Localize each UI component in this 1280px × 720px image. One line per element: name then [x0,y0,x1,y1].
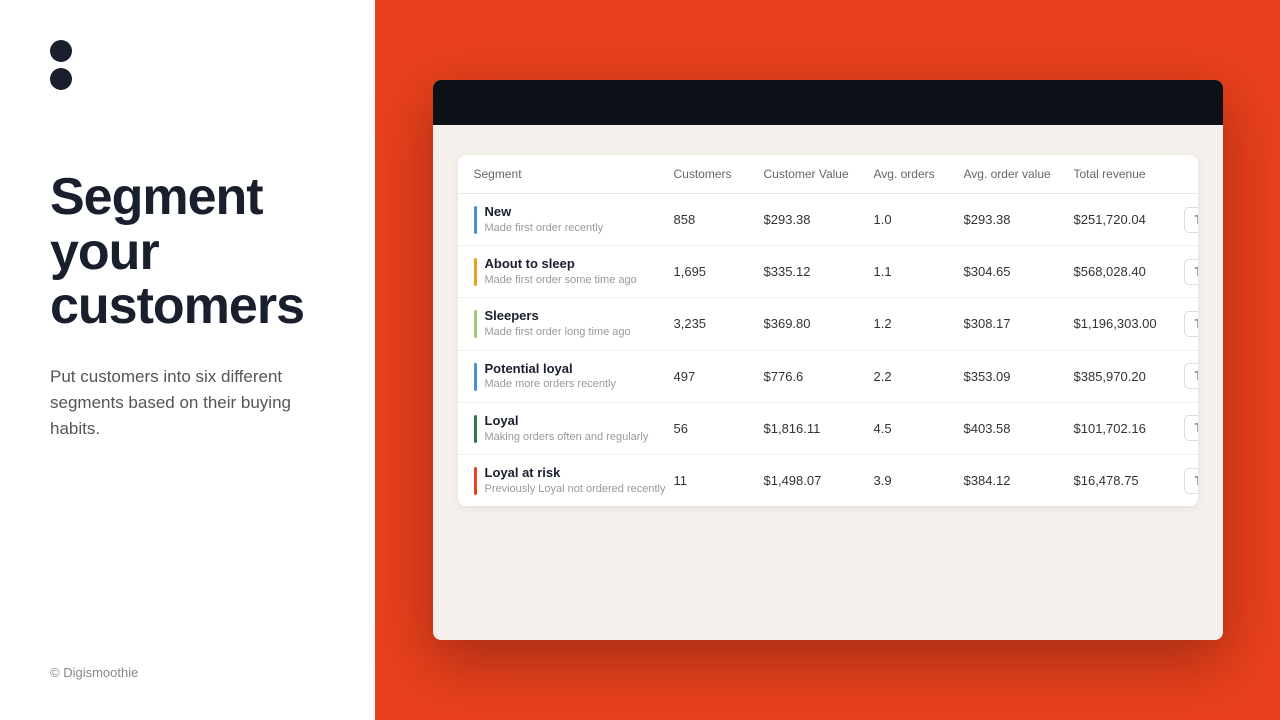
segment-cell: Sleepers Made first order long time ago [474,308,674,339]
actions-cell: Tips Actions ▼ [1184,468,1198,494]
segment-desc: Made first order recently [485,221,604,235]
customers-value: 1,695 [674,264,764,279]
avg-order-value: $384.12 [964,473,1074,488]
actions-cell: Tips Actions ▼ [1184,311,1198,337]
segment-desc: Made first order long time ago [485,325,631,339]
customers-value: 56 [674,421,764,436]
total-revenue-value: $1,196,303.00 [1074,316,1184,331]
table-row: Loyal Making orders often and regularly … [458,403,1198,455]
table-row: Loyal at risk Previously Loyal not order… [458,455,1198,506]
table-row: New Made first order recently 858 $293.3… [458,194,1198,246]
avg-orders-value: 1.1 [874,264,964,279]
tips-button[interactable]: Tips [1184,259,1198,285]
sub-text: Put customers into six different segment… [50,364,325,443]
tips-button[interactable]: Tips [1184,363,1198,389]
segment-indicator [474,415,477,443]
avg-orders-value: 1.0 [874,212,964,227]
app-window: Segment Customers Customer Value Avg. or… [433,80,1223,640]
total-revenue-value: $101,702.16 [1074,421,1184,436]
total-revenue-value: $385,970.20 [1074,369,1184,384]
actions-cell: Tips Actions ▼ [1184,415,1198,441]
tips-button[interactable]: Tips [1184,415,1198,441]
avg-order-value: $403.58 [964,421,1074,436]
col-customers: Customers [674,167,764,181]
table-header: Segment Customers Customer Value Avg. or… [458,155,1198,194]
customer-value: $293.38 [764,212,874,227]
table-row: Sleepers Made first order long time ago … [458,298,1198,350]
segment-cell: Loyal at risk Previously Loyal not order… [474,465,674,496]
segment-desc: Previously Loyal not ordered recently [485,482,666,496]
col-avg-orders: Avg. orders [874,167,964,181]
customers-value: 858 [674,212,764,227]
customers-value: 11 [674,473,764,488]
avg-orders-value: 1.2 [874,316,964,331]
segment-cell: Loyal Making orders often and regularly [474,413,674,444]
table-body: New Made first order recently 858 $293.3… [458,194,1198,506]
tips-button[interactable]: Tips [1184,207,1198,233]
customer-value: $335.12 [764,264,874,279]
copyright: © Digismoothie [50,665,325,680]
avg-orders-value: 3.9 [874,473,964,488]
tips-button[interactable]: Tips [1184,311,1198,337]
app-topbar [433,80,1223,125]
segment-cell: Potential loyal Made more orders recentl… [474,361,674,392]
left-content: Segment your customers Put customers int… [50,170,325,665]
segment-name: Loyal at risk [485,465,666,482]
col-segment: Segment [474,167,674,181]
avg-orders-value: 2.2 [874,369,964,384]
segment-indicator [474,258,477,286]
table-row: About to sleep Made first order some tim… [458,246,1198,298]
segment-cell: New Made first order recently [474,204,674,235]
app-content: Segment Customers Customer Value Avg. or… [433,125,1223,640]
left-panel: Segment your customers Put customers int… [0,0,375,720]
avg-order-value: $353.09 [964,369,1074,384]
actions-cell: Tips Actions ▼ [1184,207,1198,233]
segment-name: Potential loyal [485,361,616,378]
segment-desc: Made first order some time ago [485,273,637,287]
col-total-revenue: Total revenue [1074,167,1184,181]
segment-name: New [485,204,604,221]
logo-dot-top [50,40,72,62]
logo [50,40,325,90]
main-heading: Segment your customers [50,170,325,334]
customers-value: 3,235 [674,316,764,331]
segment-desc: Made more orders recently [485,377,616,391]
avg-order-value: $308.17 [964,316,1074,331]
right-panel: Segment Customers Customer Value Avg. or… [375,0,1280,720]
col-customer-value: Customer Value [764,167,874,181]
actions-cell: Tips Actions ▼ [1184,259,1198,285]
segment-indicator [474,206,477,234]
customer-value: $369.80 [764,316,874,331]
segment-indicator [474,363,477,391]
segment-name: Sleepers [485,308,631,325]
customer-value: $1,816.11 [764,421,874,436]
avg-order-value: $293.38 [964,212,1074,227]
customer-value: $1,498.07 [764,473,874,488]
segment-indicator [474,310,477,338]
segment-cell: About to sleep Made first order some tim… [474,256,674,287]
segment-desc: Making orders often and regularly [485,430,649,444]
total-revenue-value: $251,720.04 [1074,212,1184,227]
customer-value: $776.6 [764,369,874,384]
avg-orders-value: 4.5 [874,421,964,436]
customers-value: 497 [674,369,764,384]
total-revenue-value: $16,478.75 [1074,473,1184,488]
tips-button[interactable]: Tips [1184,468,1198,494]
segment-name: Loyal [485,413,649,430]
segment-table: Segment Customers Customer Value Avg. or… [458,155,1198,506]
segment-indicator [474,467,477,495]
col-avg-order-value: Avg. order value [964,167,1074,181]
col-actions [1184,167,1198,181]
segment-name: About to sleep [485,256,637,273]
table-row: Potential loyal Made more orders recentl… [458,351,1198,403]
total-revenue-value: $568,028.40 [1074,264,1184,279]
logo-dot-bottom [50,68,72,90]
actions-cell: Tips Actions ▼ [1184,363,1198,389]
avg-order-value: $304.65 [964,264,1074,279]
